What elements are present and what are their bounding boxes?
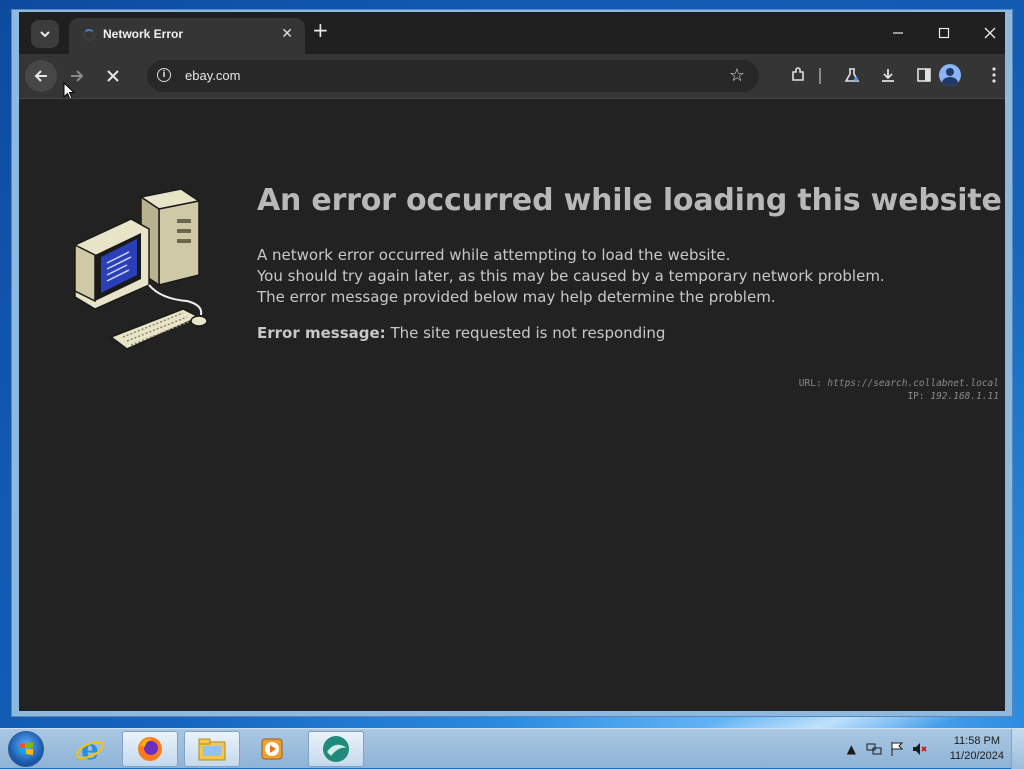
media-player-icon	[261, 738, 283, 760]
error-line: You should try again later, as this may …	[257, 267, 885, 285]
clock-time: 11:58 PM	[953, 735, 1001, 747]
meta-url-label: URL:	[798, 378, 822, 389]
address-url: ebay.com	[185, 68, 241, 83]
svg-text:e: e	[81, 734, 99, 764]
close-icon	[984, 27, 996, 39]
browser-window: Network Error ✕ + i ebay.com ☆ An error …	[11, 9, 1013, 717]
error-description: A network error occurred while attemptin…	[257, 245, 885, 308]
action-center-flag-icon[interactable]	[890, 741, 904, 757]
maximize-button[interactable]	[921, 18, 967, 48]
tab-close-icon[interactable]: ✕	[281, 26, 293, 42]
error-line: The error message provided below may hel…	[257, 288, 776, 306]
arrow-left-icon	[34, 70, 47, 82]
show-desktop-button[interactable]	[1011, 729, 1024, 769]
taskbar-internet-explorer[interactable]: e	[62, 731, 118, 767]
meta-ip-label: IP:	[907, 391, 925, 402]
bookmark-star-icon[interactable]: ☆	[729, 65, 745, 86]
stop-loading-button[interactable]	[97, 60, 129, 92]
page-content: An error occurred while loading this web…	[19, 98, 1005, 711]
side-panel-button[interactable]	[911, 62, 937, 88]
minimize-button[interactable]	[875, 18, 921, 48]
start-button[interactable]	[8, 731, 44, 767]
extensions-button[interactable]	[785, 62, 811, 88]
tab-strip: Network Error ✕ +	[19, 12, 1005, 54]
taskbar-app[interactable]	[308, 731, 364, 767]
browser-toolbar: i ebay.com ☆	[19, 54, 1007, 100]
meta-url: https://search.collabnet.local	[827, 378, 999, 389]
taskbar-file-explorer[interactable]	[184, 731, 240, 767]
maximize-icon	[938, 27, 950, 39]
error-message-text: The site requested is not responding	[390, 324, 666, 342]
kebab-menu-icon	[992, 67, 996, 83]
close-window-button[interactable]	[967, 18, 1013, 48]
show-hidden-icons-button[interactable]: ▲	[847, 742, 856, 756]
app-icon	[323, 736, 349, 762]
labs-button[interactable]	[839, 62, 865, 88]
download-icon	[882, 69, 894, 82]
tab-network-error[interactable]: Network Error ✕	[69, 18, 305, 54]
tab-search-button[interactable]	[31, 20, 59, 48]
file-explorer-icon	[198, 738, 226, 761]
taskbar-media-player[interactable]	[244, 731, 300, 767]
error-meta: URL: https://search.collabnet.local IP: …	[799, 377, 999, 403]
side-panel-icon	[917, 68, 931, 82]
puzzle-icon	[792, 67, 804, 81]
system-clock[interactable]: 11:58 PM 11/20/2024	[950, 734, 1004, 764]
toolbar-divider	[819, 68, 821, 84]
windows-logo-icon	[19, 742, 33, 755]
error-message: Error message: The site requested is not…	[257, 324, 665, 342]
menu-button[interactable]	[981, 62, 1007, 88]
downloads-button[interactable]	[875, 62, 901, 88]
error-heading: An error occurred while loading this web…	[257, 183, 1002, 218]
network-icon[interactable]	[866, 741, 882, 757]
tab-title: Network Error	[103, 27, 184, 41]
stop-icon	[107, 70, 119, 82]
chevron-down-icon	[40, 31, 50, 38]
site-info-icon[interactable]: i	[157, 68, 171, 82]
error-line: A network error occurred while attemptin…	[257, 246, 731, 264]
back-button[interactable]	[25, 60, 57, 92]
computer-error-illustration	[74, 189, 208, 350]
minimize-icon	[893, 32, 903, 34]
volume-muted-icon[interactable]	[912, 741, 928, 757]
profile-avatar-icon[interactable]	[939, 64, 961, 86]
flask-icon	[844, 68, 860, 82]
firefox-icon	[138, 737, 162, 761]
new-tab-button[interactable]: +	[312, 20, 329, 40]
meta-ip: 192.168.1.11	[930, 391, 999, 402]
taskbar: e ▲ 11:58 PM 11/20/2024	[0, 728, 1024, 769]
address-bar[interactable]: i ebay.com ☆	[147, 60, 759, 92]
error-message-label: Error message:	[257, 324, 386, 342]
internet-explorer-icon: e	[76, 734, 104, 764]
taskbar-firefox[interactable]	[122, 731, 178, 767]
clock-date: 11/20/2024	[949, 750, 1004, 762]
loading-spinner-icon	[83, 29, 95, 41]
